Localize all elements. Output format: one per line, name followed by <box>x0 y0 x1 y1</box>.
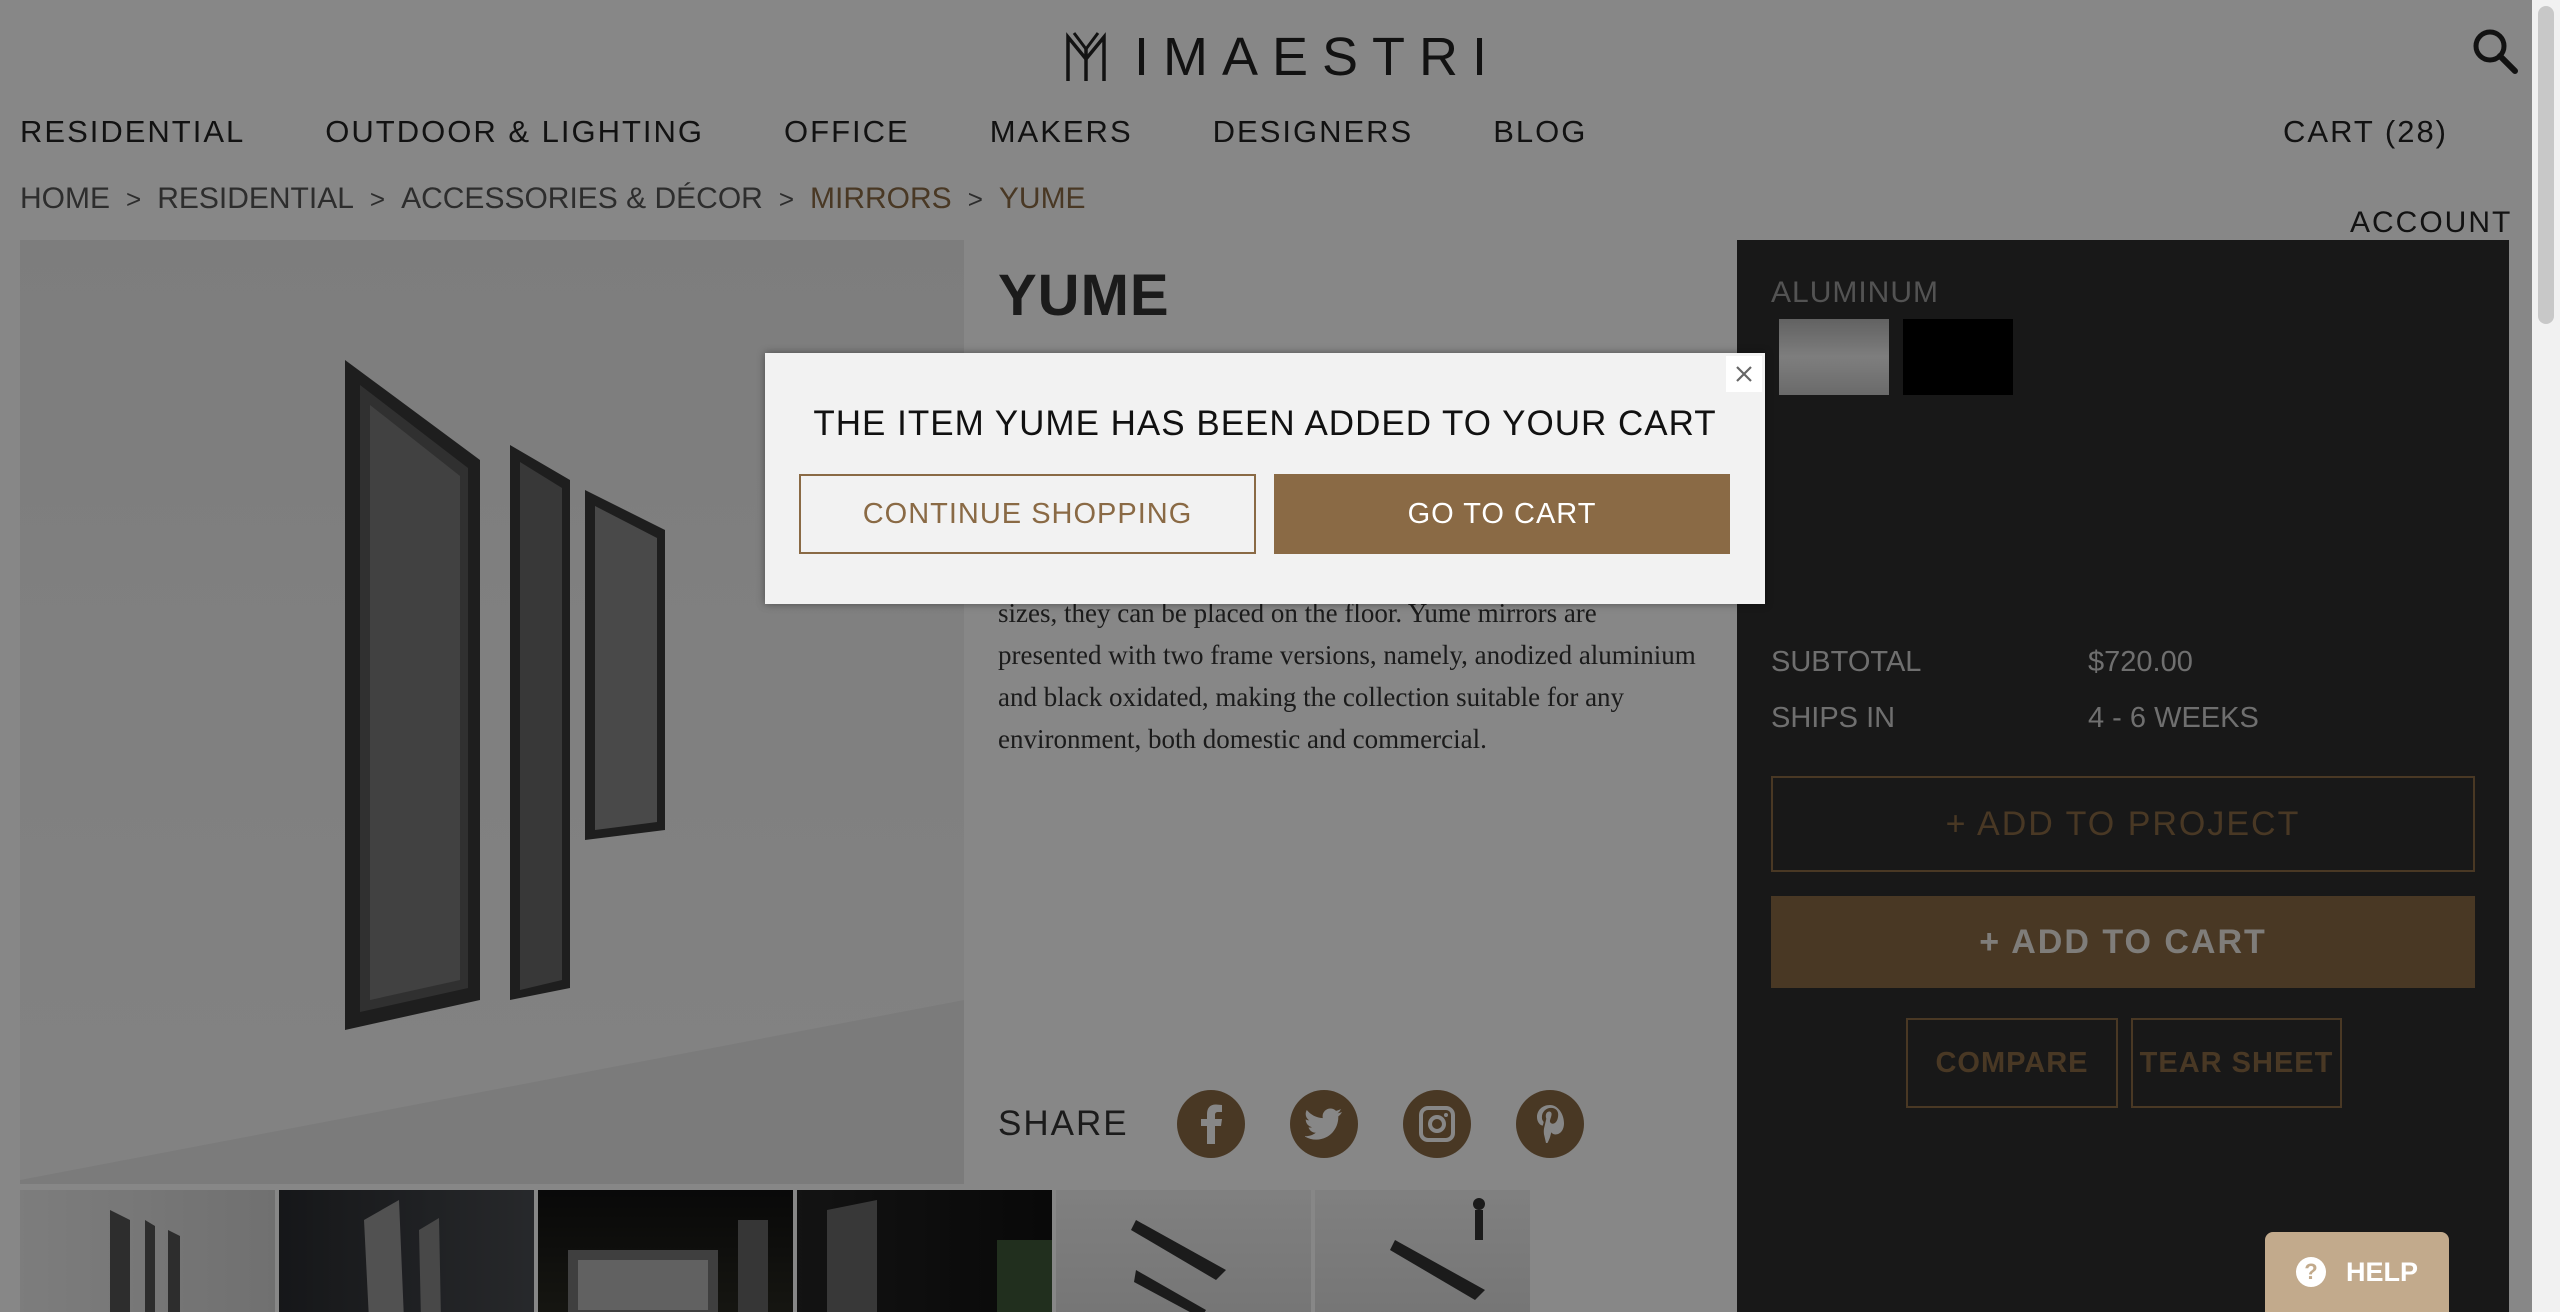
help-label: HELP <box>2345 1256 2418 1287</box>
help-button[interactable]: ? HELP <box>2265 1232 2449 1312</box>
go-to-cart-button[interactable]: GO TO CART <box>1274 474 1730 554</box>
help-icon: ? <box>2295 1257 2326 1287</box>
modal-message: THE ITEM YUME HAS BEEN ADDED TO YOUR CAR… <box>813 404 1717 443</box>
scrollbar-thumb[interactable] <box>2538 6 2554 324</box>
continue-shopping-button[interactable]: CONTINUE SHOPPING <box>799 474 1256 554</box>
modal-backdrop[interactable] <box>0 0 2532 1312</box>
close-icon[interactable] <box>1726 356 1762 392</box>
